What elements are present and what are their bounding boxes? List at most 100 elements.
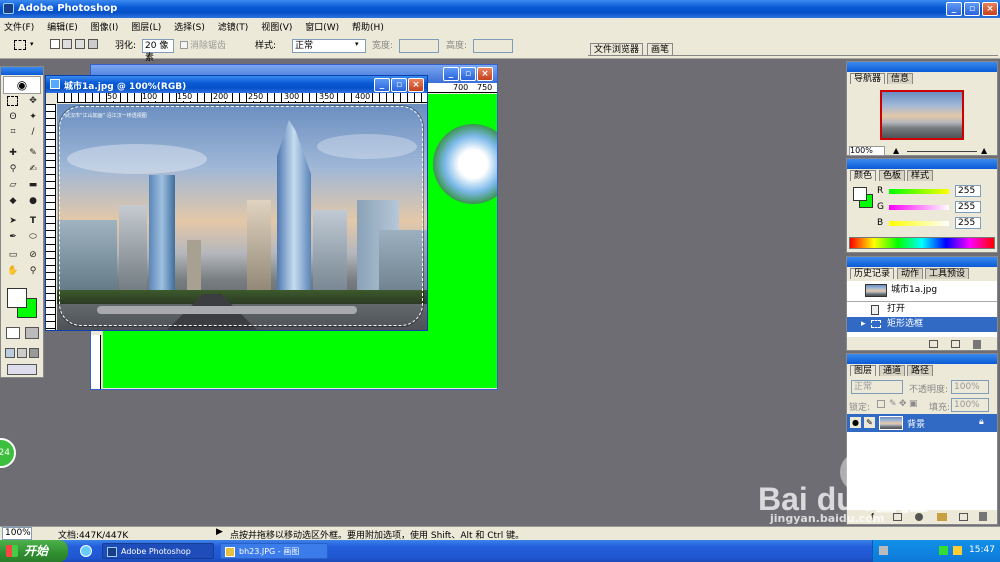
new-selection-icon[interactable] [50, 39, 60, 49]
zoom-tool-icon[interactable]: ⚲ [26, 265, 40, 277]
lasso-tool-icon[interactable]: ʘ [6, 111, 20, 123]
marquee-selection[interactable] [59, 106, 423, 326]
lock-transparency-icon[interactable] [877, 400, 885, 408]
maximize-button[interactable]: ▫ [964, 2, 980, 16]
healing-brush-icon[interactable]: ✚ [6, 147, 20, 159]
width-input[interactable] [399, 39, 439, 53]
doc-minimize-button[interactable]: _ [374, 78, 390, 92]
foreground-color-swatch[interactable] [853, 187, 867, 201]
shape-tool-icon[interactable]: ⬭ [26, 231, 40, 243]
slice-tool-icon[interactable]: ∕ [26, 126, 40, 138]
path-select-icon[interactable]: ➤ [6, 215, 20, 227]
tab-actions[interactable]: 动作 [897, 268, 924, 279]
marquee-tool-preset-icon[interactable] [14, 40, 26, 50]
tray-icon[interactable] [879, 546, 888, 555]
feather-input[interactable]: 20 像素 [142, 39, 174, 63]
back-minimize-button[interactable]: _ [443, 67, 459, 81]
menu-select[interactable]: 选择(S) [174, 23, 205, 33]
history-brush-icon[interactable]: ✍ [26, 163, 40, 175]
tab-layers[interactable]: 图层 [850, 365, 877, 376]
brush-tool-icon[interactable]: ✎ [26, 147, 40, 159]
chevron-down-icon[interactable]: ▾ [30, 40, 34, 48]
fill-input[interactable]: 100% [951, 398, 989, 412]
history-item-selected[interactable]: ▸ 矩形选框 [847, 317, 997, 332]
b-value[interactable]: 255 [955, 217, 981, 229]
menu-edit[interactable]: 编辑(E) [47, 23, 78, 33]
layer-row[interactable]: ● ✎ 背景 🔒︎ [847, 414, 997, 432]
subtract-selection-icon[interactable] [75, 39, 85, 49]
screen-mode-standard-icon[interactable] [5, 348, 15, 358]
back-maximize-button[interactable]: ▫ [460, 67, 476, 81]
lock-position-icon[interactable]: ✥ [899, 399, 907, 409]
lock-all-icon[interactable]: ▣ [909, 399, 918, 409]
notes-tool-icon[interactable]: ▭ [6, 249, 20, 261]
document-window[interactable]: 城市1a.jpg @ 100%(RGB) _ ▫ × 50 100 150 20… [45, 75, 428, 331]
new-snapshot-icon[interactable] [951, 340, 960, 348]
menu-window[interactable]: 窗口(W) [305, 23, 339, 33]
tab-channels[interactable]: 通道 [879, 365, 906, 376]
dodge-tool-icon[interactable]: ● [26, 195, 40, 207]
back-close-button[interactable]: × [477, 67, 493, 81]
new-document-icon[interactable] [929, 340, 938, 348]
g-slider[interactable] [889, 205, 949, 210]
pen-tool-icon[interactable]: ✒ [6, 231, 20, 243]
add-selection-icon[interactable] [62, 39, 72, 49]
intersect-selection-icon[interactable] [88, 39, 98, 49]
photoshop-logo-icon[interactable]: ◉ [3, 76, 41, 94]
trash-icon[interactable] [979, 512, 987, 521]
history-snapshot[interactable]: 城市1a.jpg [847, 283, 997, 298]
minimize-button[interactable]: _ [946, 2, 962, 16]
new-layer-icon[interactable] [959, 513, 968, 521]
g-value[interactable]: 255 [955, 201, 981, 213]
r-slider[interactable] [889, 189, 949, 194]
tab-color[interactable]: 颜色 [850, 170, 877, 181]
marquee-tool-icon[interactable] [7, 96, 18, 106]
tray-icon[interactable] [953, 546, 962, 555]
tab-styles[interactable]: 样式 [907, 170, 934, 181]
eraser-tool-icon[interactable]: ▱ [6, 179, 20, 191]
tab-paths[interactable]: 路径 [907, 365, 934, 376]
floating-badge[interactable]: 24 [0, 438, 16, 468]
menu-filter[interactable]: 滤镜(T) [218, 23, 249, 33]
magic-wand-icon[interactable]: ✦ [26, 111, 40, 123]
quick-mask-on-icon[interactable] [25, 327, 39, 339]
zoom-in-icon[interactable]: ▲ [981, 146, 987, 155]
quick-mask-off-icon[interactable] [6, 327, 20, 339]
color-spectrum[interactable] [849, 237, 995, 249]
lock-image-icon[interactable]: ✎ [889, 399, 897, 409]
zoom-out-icon[interactable]: ▲ [893, 146, 899, 155]
navigator-zoom[interactable]: 100% [849, 146, 885, 156]
tab-swatches[interactable]: 色板 [879, 170, 906, 181]
menu-image[interactable]: 图像(I) [91, 23, 119, 33]
move-tool-icon[interactable]: ✥ [26, 95, 40, 107]
task-photoshop[interactable]: Adobe Photoshop [102, 543, 214, 559]
blend-mode-select[interactable]: 正常 [851, 380, 903, 394]
eyedropper-icon[interactable]: ⊘ [26, 249, 40, 261]
quick-launch-ie-icon[interactable] [80, 545, 92, 557]
doc-close-button[interactable]: × [408, 78, 424, 92]
crop-tool-icon[interactable]: ⌗ [6, 126, 20, 138]
tray-icon[interactable] [939, 546, 948, 555]
hand-tool-icon[interactable]: ✋ [6, 265, 20, 277]
trash-icon[interactable] [973, 340, 981, 349]
doc-maximize-button[interactable]: ▫ [391, 78, 407, 92]
status-zoom[interactable]: 100% [2, 527, 32, 540]
zoom-slider[interactable] [907, 151, 977, 152]
tab-history[interactable]: 历史记录 [850, 268, 895, 279]
antialias-checkbox[interactable] [180, 41, 188, 49]
opacity-input[interactable]: 100% [951, 380, 989, 394]
close-button[interactable]: × [982, 2, 998, 16]
menu-layer[interactable]: 图层(L) [131, 23, 161, 33]
type-tool-icon[interactable]: T [26, 215, 40, 227]
tab-info[interactable]: 信息 [887, 73, 914, 84]
tab-tool-presets[interactable]: 工具预设 [925, 268, 970, 279]
eye-icon[interactable]: ● [850, 417, 861, 428]
start-button[interactable]: 开始 [0, 540, 68, 562]
foreground-color-swatch[interactable] [7, 288, 27, 308]
gradient-tool-icon[interactable]: ▬ [26, 179, 40, 191]
r-value[interactable]: 255 [955, 185, 981, 197]
menu-help[interactable]: 帮助(H) [352, 23, 384, 33]
menu-view[interactable]: 视图(V) [261, 23, 292, 33]
navigator-thumbnail[interactable] [880, 90, 964, 140]
tab-navigator[interactable]: 导航器 [850, 73, 886, 84]
